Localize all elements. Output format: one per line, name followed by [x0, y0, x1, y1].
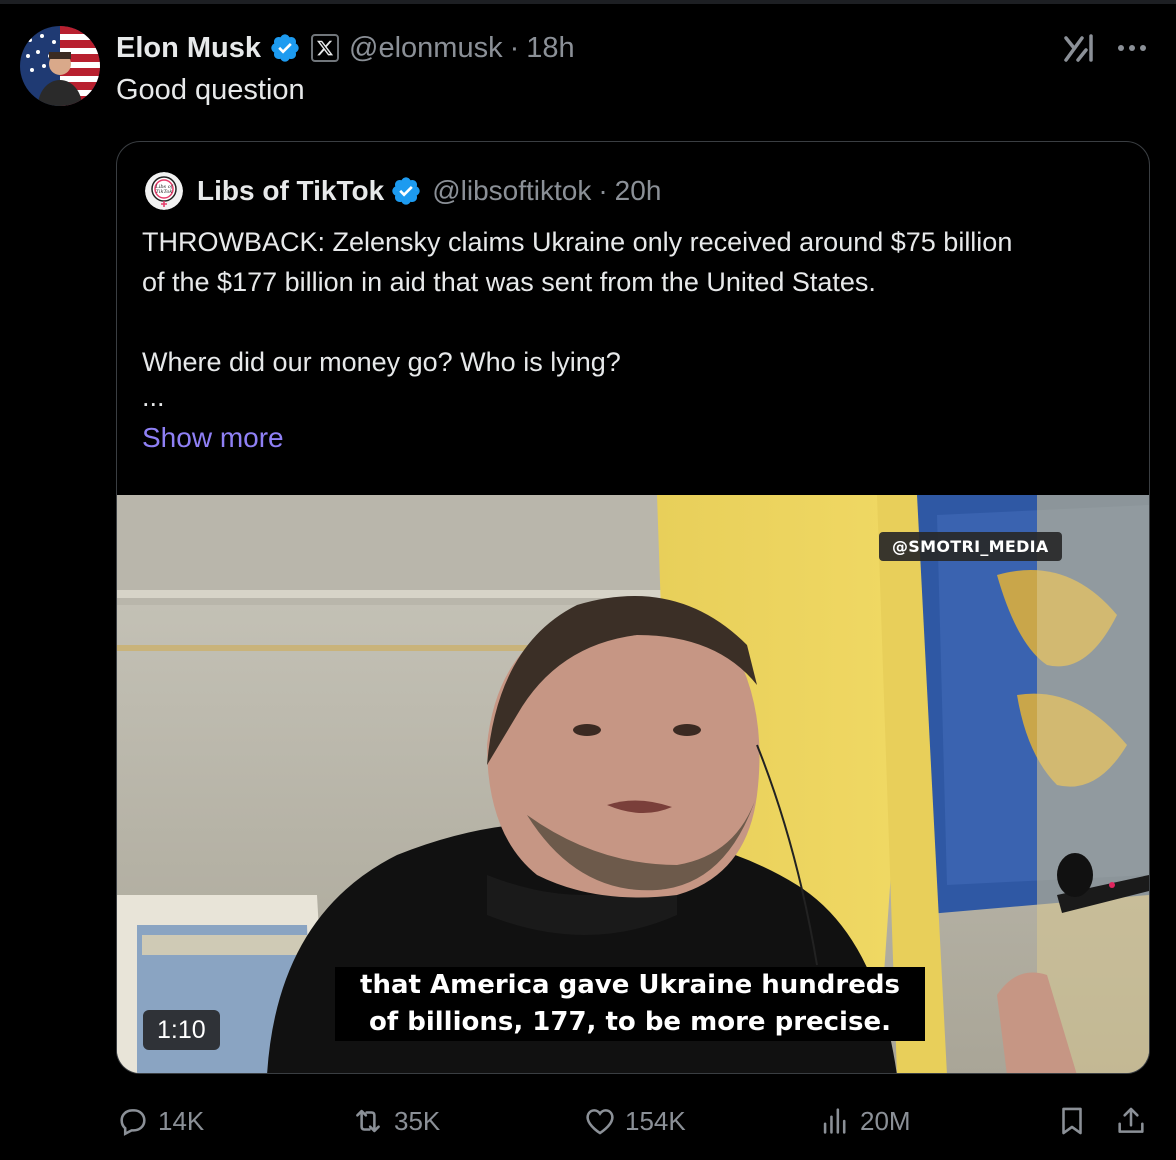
libs-of-tiktok-logo-icon: Libs of TikTok	[145, 172, 183, 210]
more-options-button[interactable]	[1112, 28, 1152, 68]
author-avatar[interactable]	[20, 26, 100, 106]
view-count: 20M	[860, 1105, 911, 1136]
verified-badge-icon[interactable]	[390, 175, 422, 207]
grok-icon	[1064, 34, 1093, 62]
svg-text:TikTok: TikTok	[156, 189, 173, 195]
repost-count: 35K	[394, 1105, 441, 1136]
x-logo-icon	[316, 40, 334, 56]
separator-dot: ·	[598, 175, 608, 206]
bookmark-icon	[1062, 1107, 1082, 1135]
quoted-text-ellipsis: ...	[142, 382, 165, 412]
bookmark-button[interactable]	[1055, 1098, 1097, 1144]
like-button[interactable]: 154K	[583, 1098, 686, 1144]
repost-button[interactable]: 35K	[350, 1098, 440, 1144]
quoted-author-avatar[interactable]: Libs of TikTok	[145, 172, 183, 210]
reply-button[interactable]: 14K	[116, 1098, 204, 1144]
quoted-text-line: THROWBACK: Zelensky claims Ukraine only …	[142, 227, 1013, 257]
quoted-post[interactable]: Libs of TikTok Libs of TikTok @libsoftik…	[116, 141, 1150, 1074]
grok-button[interactable]	[1060, 28, 1100, 68]
post-actions: 14K 35K 154K 20M	[0, 1098, 1176, 1144]
separator-dot: ·	[509, 31, 520, 64]
reply-icon	[120, 1109, 146, 1136]
top-divider	[0, 0, 1176, 4]
reply-count: 14K	[158, 1105, 205, 1136]
video-subtitle: that America gave Ukraine hundreds of bi…	[335, 967, 925, 1041]
avatar-image	[20, 26, 100, 106]
quoted-post-header: Libs of TikTok Libs of TikTok @libsoftik…	[145, 172, 661, 210]
analytics-icon	[823, 1108, 846, 1134]
subtitle-line: that America gave Ukraine hundreds	[360, 970, 900, 1000]
more-dots-icon	[1118, 45, 1146, 51]
quoted-post-timestamp[interactable]: 20h	[615, 175, 662, 207]
author-name[interactable]: Elon Musk	[116, 32, 261, 65]
like-count: 154K	[625, 1105, 686, 1136]
video-player[interactable]: @SMOTRI_MEDIA that America gave Ukraine …	[117, 495, 1149, 1073]
video-duration: 1:10	[143, 1010, 220, 1050]
affiliation-badge[interactable]	[311, 34, 340, 62]
verified-badge-icon[interactable]	[269, 32, 301, 64]
views-button[interactable]: 20M	[818, 1098, 911, 1144]
heart-icon	[586, 1109, 614, 1135]
quoted-text-line: Where did our money go? Who is lying?	[142, 347, 621, 377]
post-timestamp[interactable]: 18h	[526, 32, 574, 65]
show-more-link[interactable]: Show more	[142, 422, 284, 454]
author-handle[interactable]: @elonmusk	[349, 32, 503, 65]
share-icon	[1118, 1107, 1144, 1133]
share-button[interactable]	[1114, 1098, 1156, 1144]
video-watermark: @SMOTRI_MEDIA	[879, 532, 1062, 561]
quoted-author-name[interactable]: Libs of TikTok	[197, 175, 384, 207]
quoted-text-line: of the $177 billion in aid that was sent…	[142, 267, 876, 297]
subtitle-line: of billions, 177, to be more precise.	[369, 1007, 891, 1037]
repost-icon	[356, 1109, 380, 1133]
post-header: Elon Musk @elonmusk · 18h	[116, 28, 575, 68]
quoted-post-text: THROWBACK: Zelensky claims Ukraine only …	[142, 222, 1142, 412]
post-text: Good question	[116, 74, 305, 106]
quoted-author-handle[interactable]: @libsoftiktok	[432, 175, 591, 207]
